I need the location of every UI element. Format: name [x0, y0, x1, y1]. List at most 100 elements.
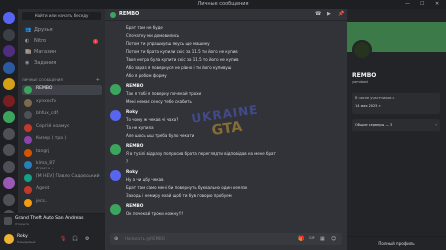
- headphones-icon[interactable]: 🎧: [72, 236, 78, 242]
- watermark: UKRAINE GTA: [180, 101, 271, 143]
- composer-input[interactable]: Написать @REMBO: [125, 236, 165, 241]
- server-icon[interactable]: [3, 144, 15, 156]
- dm-conversation[interactable]: Кизер ( тра ): [22, 135, 102, 145]
- member-label: В числе участников с: [355, 96, 395, 100]
- member-since: 14 мая 2025 г.: [355, 104, 382, 108]
- recipient-avatar: [110, 12, 116, 18]
- nav-label: Магазин: [34, 49, 57, 55]
- message-author[interactable]: Roky: [126, 170, 138, 175]
- server-icon[interactable]: [3, 193, 15, 206]
- member-since-card: В числе участников с 14 мая 2025 г.: [352, 93, 440, 114]
- server-icon[interactable]: [3, 177, 15, 189]
- dm-conversation[interactable]: REMBO: [22, 85, 102, 95]
- game-icon: [4, 217, 12, 225]
- dm-name: Agent: [36, 186, 50, 191]
- server-icon[interactable]: [3, 28, 15, 41]
- message-avatar[interactable]: [110, 204, 121, 215]
- message-author[interactable]: REMBO: [126, 84, 143, 89]
- dm-name: [M HEV] Павло Садовський: [36, 173, 100, 179]
- message-avatar[interactable]: [110, 144, 121, 155]
- window-title: Личные сообщения: [197, 1, 249, 7]
- dm-avatar: [24, 173, 32, 182]
- dm-conversation[interactable]: bhfux_cdf: [22, 110, 102, 120]
- game-activity-panel: Grand Theft Auto San Andreas Открыта: [0, 213, 105, 228]
- nav-friends[interactable]: 👥 Друзья: [22, 26, 102, 35]
- emoji-icon[interactable]: ☺: [331, 236, 336, 242]
- gift-icon[interactable]: 🎁: [298, 236, 304, 242]
- server-icon[interactable]: [3, 160, 15, 173]
- user-status: Невидимый: [17, 240, 36, 244]
- profile-username: yamdaml: [352, 80, 369, 84]
- server-icon[interactable]: [3, 78, 15, 90]
- dm-avatar: [24, 186, 32, 194]
- pin-icon[interactable]: 📌: [338, 11, 344, 17]
- message-author[interactable]: REMBO: [126, 204, 143, 209]
- nitro-badge: •: [93, 39, 98, 44]
- message-composer[interactable]: ⊕ Написать @REMBO 🎁 GIF ▦ ☺: [110, 233, 342, 245]
- nav-nitro[interactable]: ◐ Nitro •: [22, 37, 102, 46]
- dm-conversation[interactable]: Agent: [22, 185, 102, 195]
- dm-conversation[interactable]: jecs..: [22, 198, 102, 208]
- message-text: Брат там само мені би повернуть буквальн…: [126, 185, 248, 190]
- server-icon[interactable]: [3, 127, 15, 140]
- server-icon[interactable]: [3, 111, 15, 123]
- mute-icon[interactable]: 🎙: [60, 236, 66, 242]
- message-author[interactable]: REMBO: [126, 144, 143, 149]
- dm-name: REMBO: [36, 86, 53, 91]
- server-icon[interactable]: [3, 61, 15, 74]
- dm-conversation[interactable]: kima_87 Играет в ...: [22, 160, 102, 170]
- server-icon[interactable]: [3, 12, 15, 24]
- dm-avatar: [24, 123, 32, 132]
- mutual-servers[interactable]: Общие серверы — 3 ›: [352, 119, 440, 131]
- dm-conversation[interactable]: xynxocfv: [22, 98, 102, 108]
- maximize-button[interactable]: ☐: [420, 1, 424, 7]
- message-avatar[interactable]: [110, 110, 121, 121]
- dm-conversation[interactable]: [M HEV] Павло Садовський: [22, 173, 102, 183]
- chat-area: REMBO ☎ ▶ 📌 Брат там не буде Спочатку ми …: [105, 9, 347, 250]
- message-text: То чому ж чекав чі чаха?: [126, 117, 179, 122]
- title-bar: Личные сообщения — ☐ ✕: [0, 0, 446, 9]
- dm-name: tangrj: [36, 148, 50, 154]
- profile-avatar[interactable]: [352, 40, 372, 60]
- dm-search-input[interactable]: Найти или начать беседу: [22, 12, 101, 20]
- message-avatar[interactable]: [110, 84, 121, 95]
- nitro-icon: ◐: [25, 38, 30, 44]
- message-text: Та не купила: [126, 125, 154, 130]
- dm-conversation[interactable]: tangrj: [22, 148, 102, 158]
- user-panel: Roky Невидимый 🎙 🎧 ⚙: [0, 228, 105, 250]
- message-text: ?: [126, 159, 129, 164]
- friends-icon: 👥: [25, 27, 32, 33]
- mutual-servers-label: Общие серверы — 3: [355, 123, 393, 127]
- dm-name: Сергій хоамус: [36, 123, 70, 129]
- message-text: Потом ти упрашиуєш якусь ще машину: [126, 41, 210, 46]
- dm-avatar: [24, 148, 32, 157]
- nav-shop[interactable]: 🏬 Магазин: [22, 48, 102, 57]
- message-author[interactable]: Roky: [126, 110, 138, 115]
- dm-conversation[interactable]: Сергій хоамус: [22, 123, 102, 133]
- gif-icon[interactable]: GIF: [309, 236, 315, 240]
- full-profile-link[interactable]: Полный профиль: [347, 236, 446, 250]
- dm-name: jecs..: [36, 198, 48, 204]
- user-name: Roky: [17, 234, 28, 239]
- add-attachment-icon[interactable]: ⊕: [114, 236, 118, 242]
- add-dm-button[interactable]: +: [96, 77, 100, 83]
- user-avatar[interactable]: [4, 234, 14, 244]
- server-icon[interactable]: [3, 45, 15, 57]
- dm-name: bhfux_cdf: [36, 111, 58, 116]
- server-icon[interactable]: [3, 94, 15, 107]
- video-icon[interactable]: ▶: [327, 11, 331, 17]
- minimize-button[interactable]: —: [405, 1, 410, 7]
- dm-avatar: [24, 111, 32, 119]
- phone-icon[interactable]: ☎: [315, 11, 321, 17]
- recipient-name: REMBO: [119, 11, 140, 17]
- message-text: Так я тобі я поверну почекай трохи: [126, 91, 202, 96]
- dm-avatar: [24, 198, 32, 207]
- dm-avatar: [24, 161, 32, 169]
- settings-icon[interactable]: ⚙: [85, 236, 89, 242]
- message-avatar[interactable]: [110, 170, 121, 181]
- nav-quests[interactable]: ◉ Задания: [22, 59, 102, 68]
- close-button[interactable]: ✕: [435, 1, 439, 7]
- sticker-icon[interactable]: ▦: [320, 236, 325, 242]
- dm-avatar: [24, 86, 32, 94]
- quests-icon: ◉: [25, 60, 30, 66]
